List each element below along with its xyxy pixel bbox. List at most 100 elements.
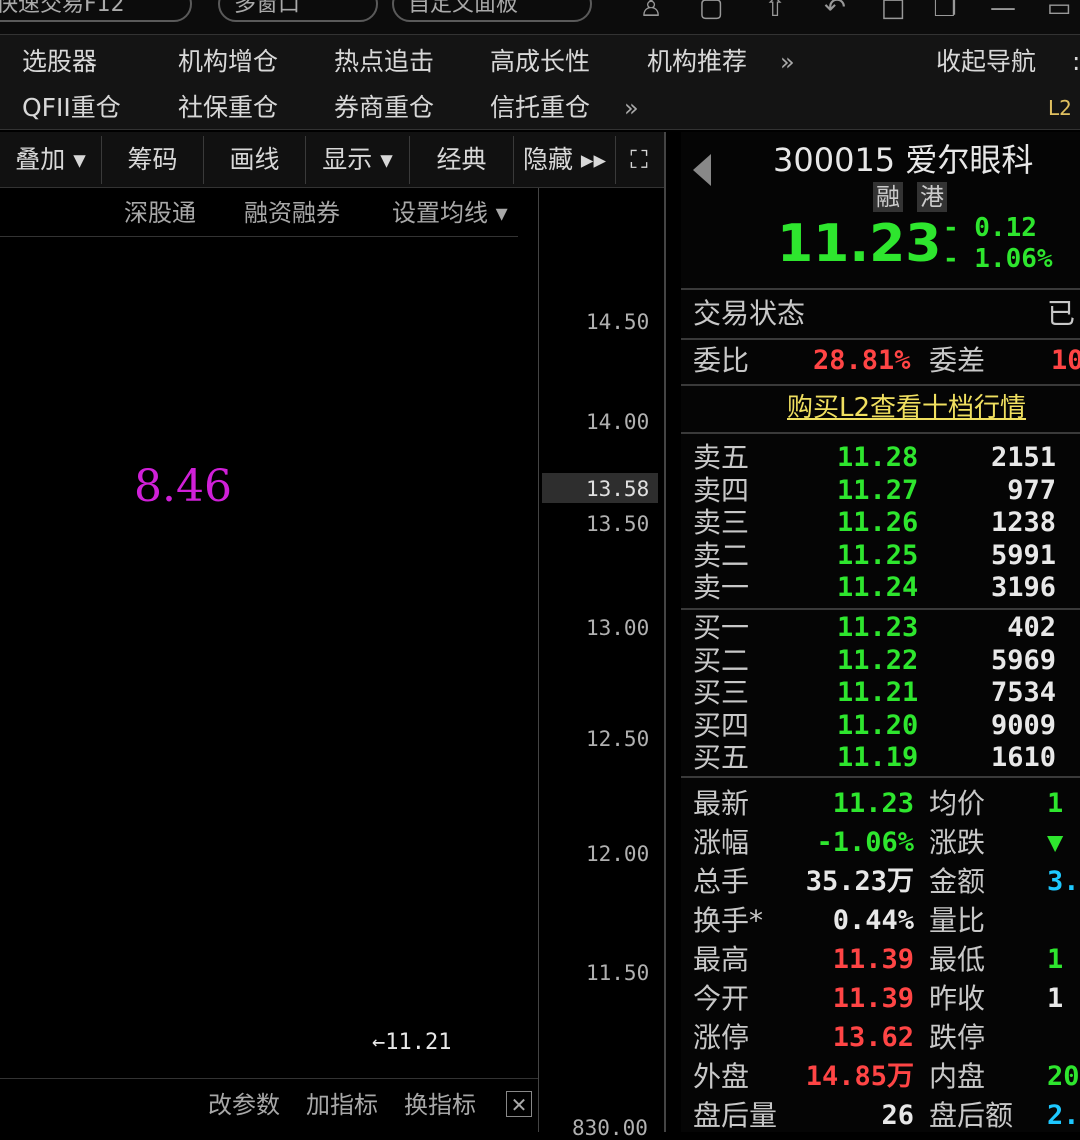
nav-collapse[interactable]: 收起导航 <box>936 47 1036 77</box>
buy-l2-link[interactable]: 购买L2查看十档行情 <box>787 392 1026 424</box>
bid-volume: 9009 <box>990 709 1056 741</box>
nav-broker[interactable]: 券商重仓 <box>334 93 434 123</box>
ask-price[interactable]: 11.28 <box>837 442 918 474</box>
stat-value: 1 <box>1047 983 1064 1014</box>
stat-label: 最新 <box>693 787 750 820</box>
restore-icon[interactable]: ❐ <box>930 0 960 22</box>
ask-price[interactable]: 11.25 <box>837 540 918 572</box>
bid-price[interactable]: 11.22 <box>837 645 918 677</box>
nav-extra-edge: : <box>1072 47 1080 76</box>
ask-level-label: 卖二 <box>693 538 750 572</box>
stat-label: 盘后额 <box>929 1099 1014 1132</box>
stat-value: 2.9 <box>1047 1100 1080 1131</box>
bid-price[interactable]: 11.20 <box>837 710 918 742</box>
nav-social-security[interactable]: 社保重仓 <box>178 93 278 123</box>
stat-value: 26 <box>881 1100 914 1131</box>
panel-divider <box>664 132 666 1132</box>
price-change: - 0.12 <box>943 213 1037 243</box>
y-tick: 13.00 <box>586 616 650 640</box>
close-icon[interactable]: ✕ <box>506 1091 532 1117</box>
nav-hot-spots[interactable]: 热点追击 <box>334 47 434 77</box>
ask-level-label: 卖三 <box>693 506 750 540</box>
stat-value: 1 <box>1047 944 1064 975</box>
stat-value: 35.23万 <box>805 866 914 897</box>
nav-stock-picker[interactable]: 选股器 <box>22 47 97 77</box>
ma-settings-dropdown[interactable]: 设置均线 ▾ <box>392 198 508 228</box>
square-icon[interactable]: □ <box>878 0 908 22</box>
window-icon[interactable]: ▢ <box>696 0 726 22</box>
bid-level-label: 买三 <box>693 676 750 710</box>
bid-volume: 7534 <box>990 677 1056 709</box>
nav-institution-recommend[interactable]: 机构推荐 <box>647 47 747 77</box>
weicha-label: 委差 <box>929 344 986 377</box>
bid-price[interactable]: 11.23 <box>837 612 918 644</box>
minimize-icon[interactable]: — <box>988 0 1018 22</box>
nav-high-growth[interactable]: 高成长性 <box>490 47 590 77</box>
ask-volume: 3196 <box>990 572 1056 604</box>
y-tick: 12.00 <box>586 842 650 866</box>
chips-button[interactable]: 筹码 <box>102 136 204 184</box>
add-indicator-button[interactable]: 加指标 <box>306 1090 378 1120</box>
nav-trust[interactable]: 信托重仓 <box>490 93 590 123</box>
upload-icon[interactable]: ⇧ <box>760 0 790 22</box>
margin-trading-link[interactable]: 融资融券 <box>244 198 340 228</box>
trade-status-value: 已 <box>1047 297 1076 330</box>
ask-volume: 2151 <box>990 442 1056 473</box>
classic-button[interactable]: 经典 <box>410 136 514 184</box>
nav-qfii[interactable]: QFII重仓 <box>22 93 121 123</box>
divider <box>681 338 1080 340</box>
undo-icon[interactable]: ↶ <box>820 0 850 22</box>
stat-value: 0.44% <box>832 905 914 936</box>
ask-volume: 977 <box>1007 474 1056 506</box>
hide-button[interactable]: 隐藏 ▸▸ <box>514 136 616 184</box>
quick-trade-label: 快速交易F12 <box>0 0 125 17</box>
stat-label: 量比 <box>929 904 986 937</box>
ask-price[interactable]: 11.24 <box>837 572 918 604</box>
ask-level-label: 卖五 <box>693 441 750 474</box>
stat-value: 11.39 <box>832 983 914 1014</box>
edit-params-button[interactable]: 改参数 <box>208 1090 280 1120</box>
switch-indicator-button[interactable]: 换指标 <box>404 1090 476 1120</box>
divider <box>681 288 1080 290</box>
overlay-dropdown[interactable]: 叠加 ▾ <box>0 136 102 184</box>
stat-value: 20.3 <box>1047 1061 1080 1092</box>
nav-more-row1-icon[interactable]: » <box>780 47 795 77</box>
y-tick: 12.50 <box>586 727 650 751</box>
quick-trade-button[interactable]: 快速交易F12 <box>0 0 192 22</box>
ask-price[interactable]: 11.27 <box>837 475 918 507</box>
stat-label: 均价 <box>929 787 986 820</box>
stat-label: 涨跌 <box>929 826 986 859</box>
order-book-divider <box>681 608 1080 610</box>
prev-stock-icon[interactable] <box>693 154 711 186</box>
person-icon[interactable]: ♙ <box>636 0 666 22</box>
stat-value: 1 <box>1047 788 1064 819</box>
fullscreen-icon[interactable]: ⛶ <box>616 136 662 184</box>
subbar-divider <box>0 236 518 237</box>
bid-volume: 402 <box>1007 612 1056 643</box>
trade-status-label: 交易状态 <box>693 297 806 330</box>
bid-price[interactable]: 11.19 <box>837 742 918 774</box>
stat-value: -1.06% <box>816 827 914 858</box>
hk-connect-link[interactable]: 深股通 <box>124 198 196 228</box>
ask-volume: 1238 <box>990 507 1056 539</box>
nav-more-row2-icon[interactable]: » <box>624 93 639 123</box>
multi-window-button[interactable]: 多窗口 <box>218 0 378 22</box>
stat-value: 14.85万 <box>805 1061 914 1092</box>
bid-price[interactable]: 11.21 <box>837 677 918 709</box>
stat-label: 涨幅 <box>693 826 750 859</box>
stat-label: 外盘 <box>693 1060 750 1093</box>
stat-label: 换手* <box>693 904 764 937</box>
ask-price[interactable]: 11.26 <box>837 507 918 539</box>
nav-institution-increase[interactable]: 机构增仓 <box>178 47 278 77</box>
maximize-icon[interactable]: ▭ <box>1044 0 1074 22</box>
stat-label: 内盘 <box>929 1060 986 1093</box>
multi-window-label: 多窗口 <box>234 0 301 17</box>
display-dropdown[interactable]: 显示 ▾ <box>306 136 410 184</box>
draw-line-button[interactable]: 画线 <box>204 136 306 184</box>
ask-level-label: 卖四 <box>693 473 750 507</box>
low-price-marker: ←11.21 <box>372 1030 452 1055</box>
nav-l2-link[interactable]: L2 <box>1048 93 1072 123</box>
candlestick-chart[interactable] <box>0 240 540 1080</box>
margin-tag: 融 <box>873 182 903 212</box>
custom-panel-button[interactable]: 自定义面板 <box>392 0 592 22</box>
